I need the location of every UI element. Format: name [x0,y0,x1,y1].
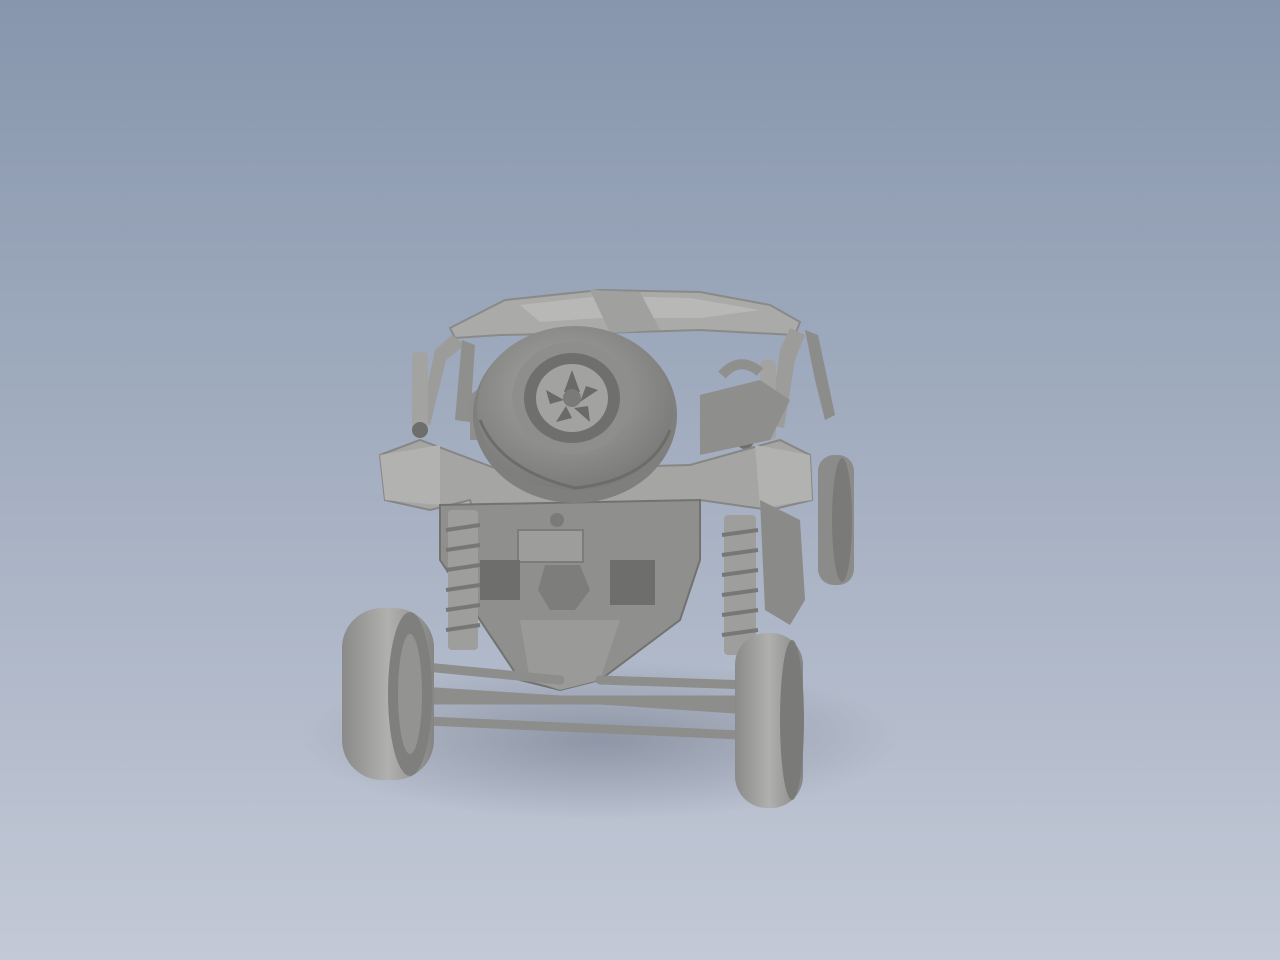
spare-tire [473,326,677,503]
rear-right-wheel [735,633,804,808]
license-plate [517,529,584,563]
rear-left-wheel [342,608,434,780]
rear-right-far-wheel [818,455,854,585]
3d-model-viewport[interactable] [0,0,1280,960]
render-canvas[interactable] [0,0,1280,960]
